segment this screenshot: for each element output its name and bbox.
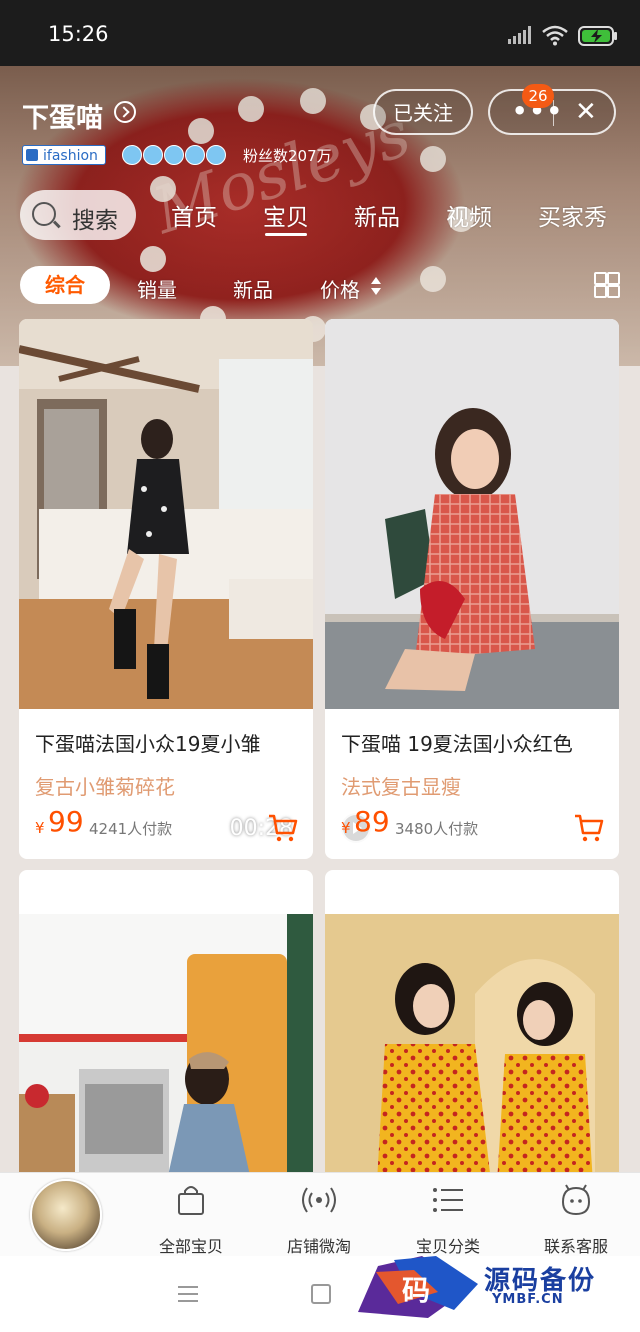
nav-categories[interactable]: 宝贝分类 bbox=[398, 1181, 498, 1257]
product-image[interactable] bbox=[325, 319, 619, 709]
product-title[interactable]: 下蛋喵法国小众19夏小雏 bbox=[35, 728, 303, 757]
battery-charging-icon bbox=[578, 26, 617, 46]
watermark: 码 源码备份 YMBF.CN bbox=[358, 1252, 640, 1324]
product-price: 99 bbox=[48, 805, 84, 838]
crown-icon bbox=[164, 145, 184, 165]
sort-sales[interactable]: 销量 bbox=[137, 274, 177, 303]
signal-icon bbox=[508, 26, 531, 44]
crown-icon bbox=[185, 145, 205, 165]
status-time: 15:26 bbox=[48, 22, 109, 46]
sort-arrows-icon[interactable] bbox=[370, 276, 382, 298]
search-label: 搜索 bbox=[72, 208, 118, 234]
shop-info-arrow-icon[interactable] bbox=[114, 101, 136, 123]
tab-video[interactable]: 视频 bbox=[446, 198, 492, 232]
grid-layout-icon[interactable] bbox=[594, 272, 620, 298]
follow-button[interactable]: 已关注 bbox=[373, 89, 473, 135]
product-image[interactable] bbox=[325, 870, 619, 1172]
nav-all-products[interactable]: 全部宝贝 bbox=[141, 1181, 241, 1257]
crown-icon bbox=[206, 145, 226, 165]
add-to-cart-icon[interactable] bbox=[267, 813, 299, 843]
crown-icon bbox=[143, 145, 163, 165]
nav-micro-posts[interactable]: 店铺微淘 bbox=[269, 1181, 369, 1257]
category-list-icon bbox=[433, 1188, 463, 1212]
product-card[interactable]: 下蛋喵 19夏法国小众红色 法式复古显瘦 ¥ 89 3480人付款 bbox=[325, 319, 619, 859]
shop-bottom-nav: 全部宝贝 店铺微淘 宝贝分类 联系客服 bbox=[0, 1172, 640, 1257]
currency-symbol: ¥ bbox=[35, 819, 45, 837]
product-card[interactable] bbox=[19, 870, 313, 1172]
fans-count: 粉丝数207万 bbox=[243, 147, 332, 165]
watermark-en: YMBF.CN bbox=[492, 1292, 564, 1307]
sort-bar: 综合 销量 新品 价格 bbox=[0, 266, 640, 306]
close-icon[interactable]: ✕ bbox=[575, 97, 597, 127]
tab-buyer-show[interactable]: 买家秀 bbox=[538, 198, 607, 232]
shop-name[interactable]: 下蛋喵 bbox=[22, 96, 103, 135]
search-button[interactable]: 搜索 bbox=[20, 190, 136, 240]
search-icon bbox=[32, 202, 56, 226]
product-subtitle: 复古小雏菊碎花 bbox=[35, 775, 175, 799]
sold-count: 4241人付款 bbox=[89, 820, 173, 838]
watermark-logo-text: 码 bbox=[402, 1274, 430, 1307]
watermark-logo-icon: 码 bbox=[358, 1256, 478, 1318]
sort-price[interactable]: 价格 bbox=[320, 274, 360, 303]
product-card[interactable]: 00:28 下蛋喵法国小众19夏小雏 复古小雏菊碎花 ¥ 99 4241人付款 bbox=[19, 319, 313, 859]
crown-icon bbox=[122, 145, 142, 165]
nav-customer-service[interactable]: 联系客服 bbox=[526, 1181, 626, 1257]
product-price: 89 bbox=[354, 805, 390, 838]
product-subtitle: 法式复古显瘦 bbox=[341, 775, 461, 799]
product-title[interactable]: 下蛋喵 19夏法国小众红色 bbox=[341, 728, 609, 757]
nav-label: 全部宝贝 bbox=[158, 1237, 223, 1256]
sort-comprehensive[interactable]: 综合 bbox=[20, 266, 110, 304]
add-to-cart-icon[interactable] bbox=[573, 813, 605, 843]
capsule-divider bbox=[553, 100, 554, 126]
nav-label: 店铺微淘 bbox=[286, 1237, 351, 1256]
product-card[interactable] bbox=[325, 870, 619, 1172]
product-image[interactable] bbox=[19, 319, 313, 709]
product-image[interactable] bbox=[19, 870, 313, 1172]
notification-badge: 26 bbox=[522, 84, 554, 108]
menu-icon[interactable] bbox=[178, 1286, 198, 1307]
home-icon[interactable] bbox=[311, 1284, 331, 1304]
customer-service-icon bbox=[561, 1184, 591, 1216]
status-bar: 15:26 bbox=[0, 0, 640, 66]
wifi-icon bbox=[542, 25, 568, 46]
tab-products[interactable]: 宝贝 bbox=[263, 198, 309, 236]
ifashion-badge: ifashion bbox=[22, 145, 106, 165]
tab-home[interactable]: 首页 bbox=[171, 198, 217, 232]
shopping-bag-icon bbox=[178, 1186, 204, 1215]
tab-new[interactable]: 新品 bbox=[354, 198, 400, 232]
currency-symbol: ¥ bbox=[341, 819, 351, 837]
shop-rating-crowns bbox=[122, 145, 227, 165]
shop-avatar[interactable] bbox=[30, 1179, 102, 1251]
sold-count: 3480人付款 bbox=[395, 820, 479, 838]
sort-new[interactable]: 新品 bbox=[233, 274, 273, 303]
broadcast-icon bbox=[302, 1187, 336, 1213]
